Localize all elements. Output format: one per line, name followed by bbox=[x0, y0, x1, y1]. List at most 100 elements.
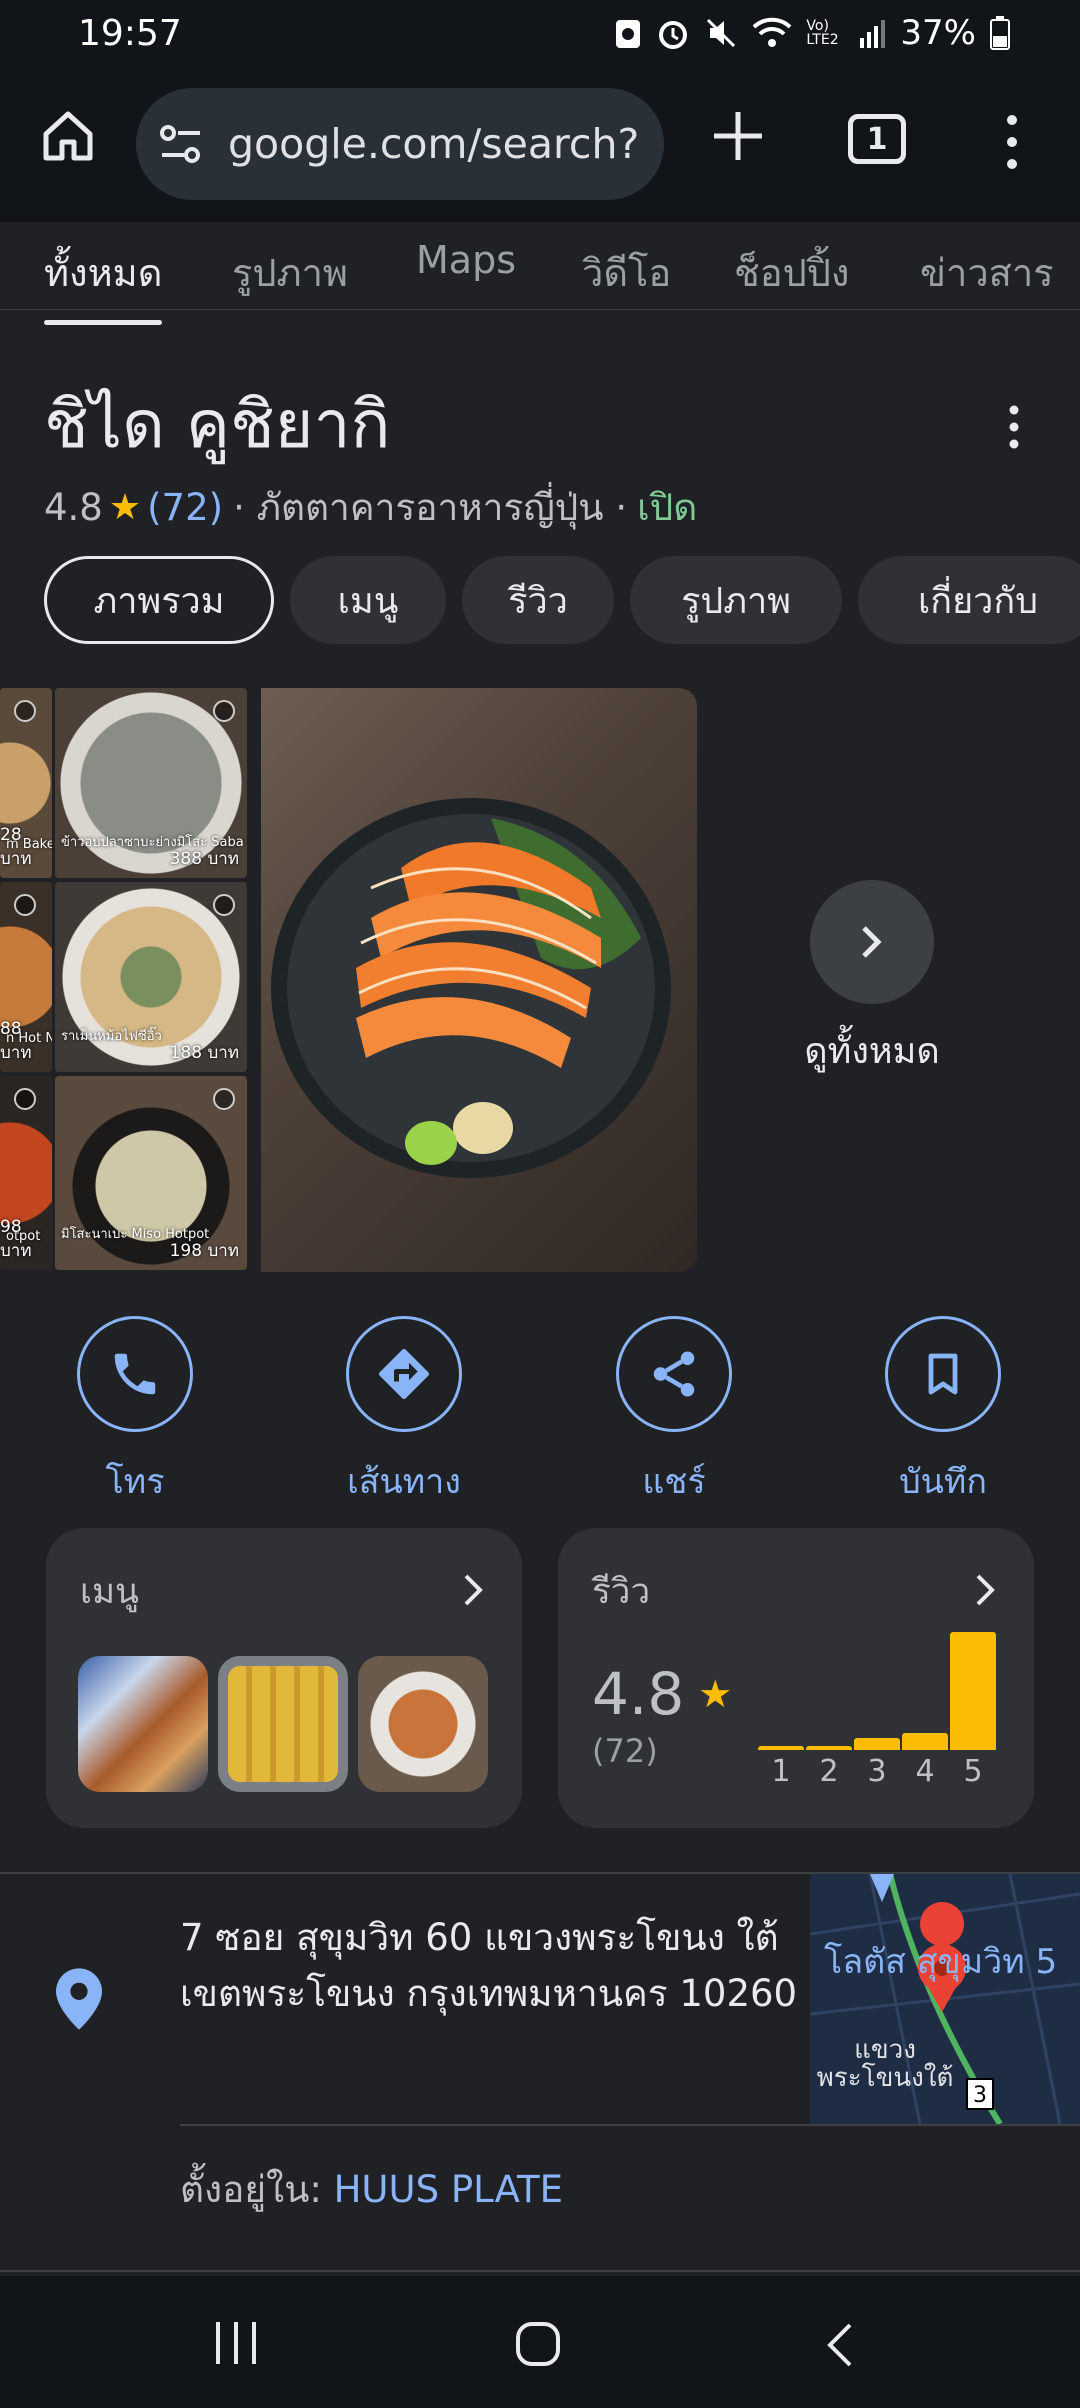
directions-label: เส้นทาง bbox=[347, 1462, 461, 1502]
menu-photo[interactable] bbox=[358, 1656, 488, 1792]
share-icon bbox=[653, 1351, 695, 1397]
photo-thumb[interactable]: m Bake 28 บาท bbox=[0, 688, 52, 878]
rating-bar-label: 4 bbox=[915, 1754, 935, 1789]
chip-about[interactable]: เกี่ยวกับ bbox=[858, 556, 1080, 644]
browser-toolbar: google.com/search? 1 bbox=[0, 66, 1080, 222]
site-settings-icon[interactable] bbox=[156, 119, 206, 169]
photo-thumb[interactable]: ข้าวอบปลาซาบะย่างมิโสะ Saba C 388 บาท bbox=[55, 688, 247, 878]
search-tabs: ทั้งหมด รูปภาพ Maps วิดีโอ ช็อปปิ้ง ข่าว… bbox=[0, 228, 1080, 325]
tab-all[interactable]: ทั้งหมด bbox=[44, 242, 163, 325]
status-bar: 19:57 Vo) LTE2 37% bbox=[0, 0, 1080, 66]
photo-caption: ราเม็นหม้อไฟซีอิ๊ว bbox=[61, 1029, 162, 1044]
chip-reviews[interactable]: รีวิว bbox=[462, 556, 614, 644]
star-icon: ★ bbox=[108, 487, 142, 528]
review-card-count: (72) bbox=[592, 1732, 658, 1770]
open-status: เปิด bbox=[637, 486, 698, 529]
review-count-link[interactable]: (72) bbox=[147, 486, 223, 529]
chevron-right-icon bbox=[976, 1574, 995, 1606]
photo-price: 98 บาท bbox=[0, 1217, 32, 1261]
directions-button[interactable]: เส้นทาง bbox=[304, 1316, 504, 1508]
chip-photos[interactable]: รูปภาพ bbox=[630, 556, 842, 644]
photo-price: 28 บาท bbox=[0, 825, 32, 869]
network-label: Vo) LTE2 bbox=[806, 18, 839, 48]
photo-price: 198 บาท bbox=[169, 1241, 239, 1261]
located-in-label: ตั้งอยู่ใน: bbox=[180, 2168, 322, 2211]
trash-icon bbox=[14, 894, 36, 916]
chip-overview[interactable]: ภาพรวม bbox=[44, 556, 274, 644]
share-button[interactable]: แชร์ bbox=[574, 1316, 774, 1508]
main-photo-salmon-sashimi[interactable] bbox=[261, 688, 697, 1272]
trash-icon bbox=[14, 1088, 36, 1110]
call-label: โทร bbox=[105, 1462, 165, 1502]
rating-bar-label: 5 bbox=[963, 1754, 983, 1789]
recent-apps-icon[interactable] bbox=[212, 2320, 260, 2366]
rating-bar-4 bbox=[902, 1733, 948, 1750]
share-label: แชร์ bbox=[642, 1462, 706, 1502]
address-text[interactable]: 7 ซอย สุขุมวิท 60 แขวงพระโขนง ใต้ เขตพระ… bbox=[180, 1910, 800, 2022]
wifi-icon bbox=[753, 17, 792, 47]
see-all-label[interactable]: ดูทั้งหมด bbox=[780, 1022, 964, 1079]
url-text: google.com/search? bbox=[228, 120, 640, 168]
tab-maps[interactable]: Maps bbox=[416, 238, 516, 282]
tab-videos[interactable]: วิดีโอ bbox=[582, 242, 671, 303]
trash-icon bbox=[213, 894, 235, 916]
see-all-photos-button[interactable] bbox=[810, 880, 934, 1004]
trash-icon bbox=[213, 700, 235, 722]
alarm-icon bbox=[659, 21, 688, 49]
save-button[interactable]: บันทึก bbox=[843, 1316, 1043, 1508]
map-thumbnail[interactable]: โลตัส สุขุมวิท 5 แขวง พระโขนงใต้ 3 bbox=[810, 1874, 1080, 2124]
photo-thumb[interactable]: n Hot N 88 บาท bbox=[0, 882, 52, 1072]
rating-bar-2 bbox=[806, 1746, 852, 1750]
status-icons: Vo) LTE2 37% bbox=[614, 13, 1010, 53]
back-icon[interactable] bbox=[824, 2322, 854, 2368]
rating-bar-1 bbox=[758, 1746, 804, 1750]
bookmark-icon bbox=[928, 1353, 958, 1395]
system-nav-bar bbox=[0, 2276, 1080, 2408]
star-icon: ★ bbox=[698, 1672, 733, 1716]
battery-percent: 37% bbox=[900, 13, 976, 53]
map-label-area: แขวง พระโขนงใต้ bbox=[816, 2035, 954, 2093]
place-category: · ภัตตาคารอาหารญี่ปุ่น · bbox=[233, 486, 628, 529]
review-card-title: รีวิว bbox=[592, 1572, 651, 1612]
photo-thumb[interactable]: otpot 98 บาท bbox=[0, 1076, 52, 1270]
located-in-link[interactable]: HUUS PLATE bbox=[334, 2168, 563, 2211]
menu-card-title: เมนู bbox=[80, 1572, 139, 1612]
rating-bar-label: 1 bbox=[771, 1754, 791, 1789]
new-tab-icon[interactable] bbox=[706, 104, 770, 168]
photo-thumb[interactable]: มิโสะนาเบะ Miso Hotpot 198 บาท bbox=[55, 1076, 247, 1270]
place-title: ชิได คูชิยากิ bbox=[44, 386, 391, 463]
phone-icon bbox=[114, 1353, 156, 1395]
chip-menu[interactable]: เมนู bbox=[290, 556, 446, 644]
divider bbox=[180, 2124, 1080, 2126]
home-icon[interactable] bbox=[38, 106, 98, 166]
map-label-road: โลตัส สุขุมวิท 5 bbox=[824, 1942, 1058, 1982]
call-button[interactable]: โทร bbox=[35, 1316, 235, 1508]
signal-icon bbox=[860, 20, 886, 48]
battery-icon bbox=[990, 16, 1010, 50]
tab-shopping[interactable]: ช็อปปิ้ง bbox=[734, 242, 849, 303]
tab-news[interactable]: ข่าวสาร bbox=[920, 242, 1054, 303]
rating-bar-label: 2 bbox=[819, 1754, 839, 1789]
menu-photo[interactable] bbox=[218, 1656, 348, 1792]
menu-card[interactable]: เมนู bbox=[46, 1528, 522, 1828]
sync-icon bbox=[616, 20, 641, 48]
divider bbox=[0, 2270, 1080, 2272]
url-bar[interactable]: google.com/search? bbox=[136, 88, 664, 200]
chevron-right-icon bbox=[464, 1574, 483, 1606]
home-nav-icon[interactable] bbox=[514, 2320, 562, 2368]
photo-price: 88 บาท bbox=[0, 1019, 32, 1063]
route-number-badge: 3 bbox=[966, 2078, 994, 2110]
chevron-right-icon bbox=[862, 926, 882, 958]
located-in: ตั้งอยู่ใน: HUUS PLATE bbox=[180, 2160, 563, 2219]
photo-thumb[interactable]: ราเม็นหม้อไฟซีอิ๊ว 188 บาท bbox=[55, 882, 247, 1072]
place-options-icon[interactable] bbox=[1004, 404, 1024, 450]
tab-images[interactable]: รูปภาพ bbox=[232, 242, 348, 303]
tab-switcher-button[interactable]: 1 bbox=[848, 114, 906, 164]
menu-photo[interactable] bbox=[78, 1656, 208, 1792]
rating-bar-5 bbox=[950, 1632, 996, 1750]
mute-icon bbox=[707, 18, 736, 48]
photo-price: 388 บาท bbox=[169, 849, 239, 869]
rating-value: 4.8 bbox=[44, 486, 103, 529]
review-card[interactable]: รีวิว 4.8 ★ (72) 12345 bbox=[558, 1528, 1034, 1828]
more-menu-icon[interactable] bbox=[998, 110, 1026, 174]
